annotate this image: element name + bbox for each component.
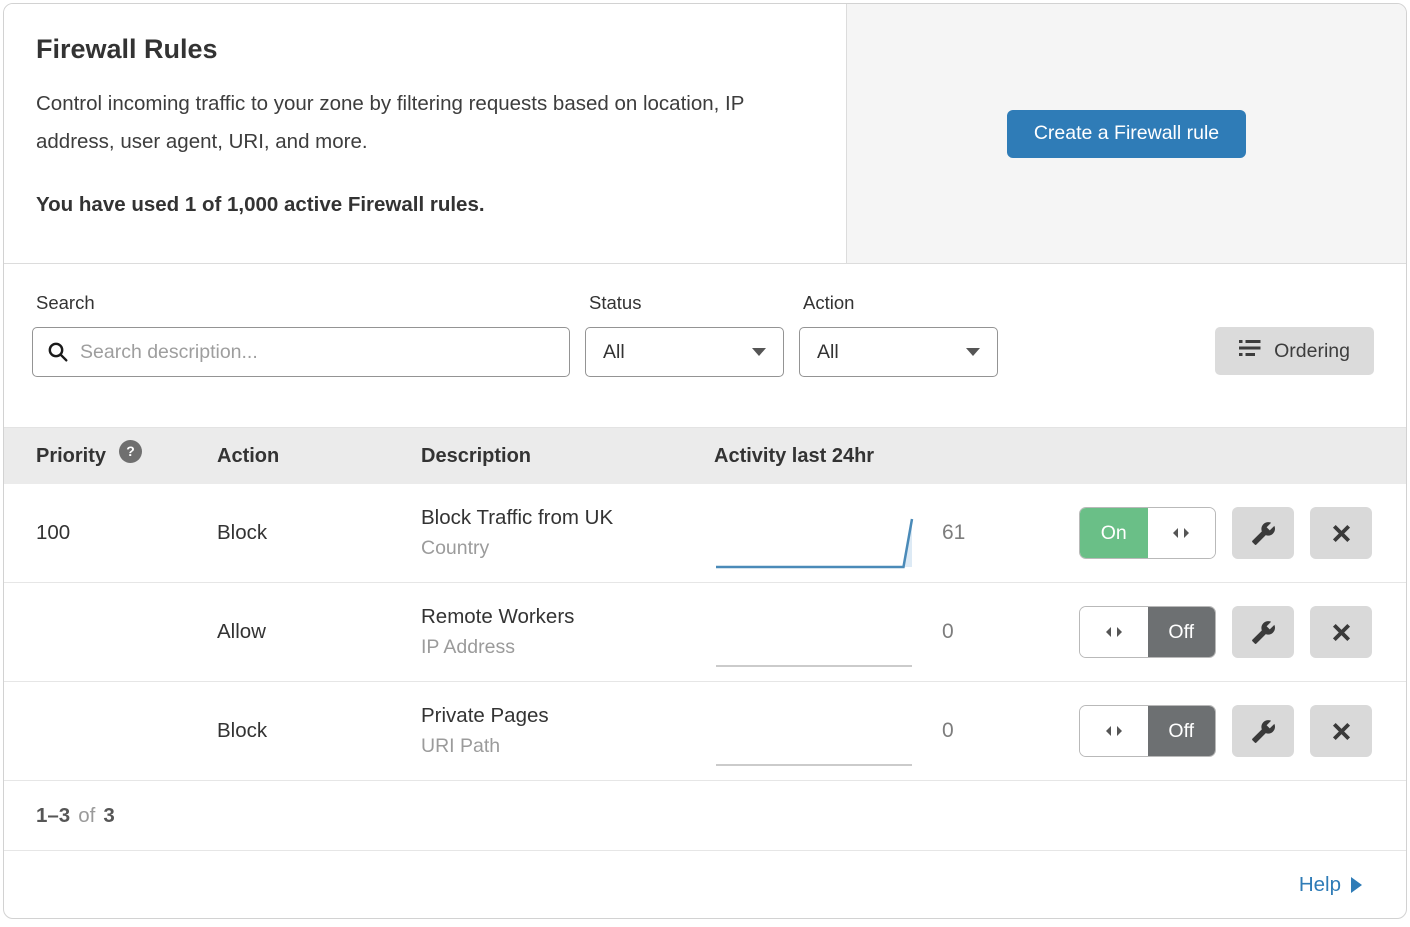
delete-rule-button[interactable] bbox=[1310, 507, 1372, 559]
column-description: Description bbox=[421, 445, 714, 468]
wrench-icon bbox=[1251, 719, 1276, 744]
rule-action: Block bbox=[217, 719, 421, 743]
edit-rule-button[interactable] bbox=[1232, 606, 1294, 658]
page-description: Control incoming traffic to your zone by… bbox=[36, 85, 796, 161]
edit-rule-button[interactable] bbox=[1232, 705, 1294, 757]
rule-enabled-toggle[interactable]: Off bbox=[1079, 705, 1216, 757]
toggle-handle-icon[interactable] bbox=[1148, 508, 1216, 558]
rule-name: Remote Workers bbox=[421, 605, 714, 629]
filters-bar: Search Status All Action All bbox=[4, 264, 1406, 427]
table-row: Block Private Pages URI Path 0 Off bbox=[4, 682, 1406, 781]
ordering-button-label: Ordering bbox=[1274, 340, 1350, 363]
toggle-handle-icon[interactable] bbox=[1080, 706, 1148, 756]
masthead: Firewall Rules Control incoming traffic … bbox=[4, 4, 1406, 264]
column-activity: Activity last 24hr bbox=[714, 445, 1406, 468]
rule-activity-cell: 0 Off bbox=[714, 682, 1406, 780]
search-label: Search bbox=[36, 292, 570, 314]
masthead-action-area: Create a Firewall rule bbox=[847, 4, 1406, 263]
rule-type: IP Address bbox=[421, 636, 714, 659]
close-icon bbox=[1330, 522, 1353, 545]
rule-controls: Off bbox=[1079, 606, 1372, 658]
chevron-down-icon bbox=[966, 348, 980, 356]
rule-type: URI Path bbox=[421, 735, 714, 758]
search-field: Search bbox=[32, 292, 570, 377]
priority-help-icon[interactable]: ? bbox=[119, 440, 142, 463]
status-select[interactable]: All bbox=[585, 327, 784, 377]
pagination-of: of bbox=[78, 804, 95, 828]
status-selected-value: All bbox=[603, 341, 625, 364]
table-row: 100 Block Block Traffic from UK Country … bbox=[4, 484, 1406, 583]
toggle-state-label[interactable]: Off bbox=[1148, 607, 1216, 657]
toggle-handle-icon[interactable] bbox=[1080, 607, 1148, 657]
column-action: Action bbox=[217, 445, 421, 468]
action-selected-value: All bbox=[817, 341, 839, 364]
pagination-total: 3 bbox=[103, 804, 114, 828]
toggle-state-label[interactable]: Off bbox=[1148, 706, 1216, 756]
rule-action: Block bbox=[217, 521, 421, 545]
rule-activity-cell: 0 Off bbox=[714, 583, 1406, 681]
status-field: Status All bbox=[585, 292, 784, 377]
table-row: Allow Remote Workers IP Address 0 Off bbox=[4, 583, 1406, 682]
status-label: Status bbox=[589, 292, 784, 314]
rule-type: Country bbox=[421, 537, 714, 560]
wrench-icon bbox=[1251, 521, 1276, 546]
rule-description: Private Pages URI Path bbox=[421, 704, 714, 758]
edit-rule-button[interactable] bbox=[1232, 507, 1294, 559]
rule-controls: On bbox=[1079, 507, 1372, 559]
table-header: Priority ? Action Description Activity l… bbox=[4, 427, 1406, 484]
pagination-range: 1–3 bbox=[36, 804, 70, 828]
rule-description: Block Traffic from UK Country bbox=[421, 506, 714, 560]
rule-activity-cell: 61 On bbox=[714, 484, 1406, 582]
delete-rule-button[interactable] bbox=[1310, 606, 1372, 658]
activity-sparkline bbox=[714, 610, 914, 670]
search-input[interactable] bbox=[32, 327, 570, 377]
usage-note: You have used 1 of 1,000 active Firewall… bbox=[36, 193, 796, 217]
activity-sparkline bbox=[714, 511, 914, 571]
close-icon bbox=[1330, 621, 1353, 644]
ordered-list-icon bbox=[1239, 339, 1261, 363]
toggle-state-label[interactable]: On bbox=[1080, 508, 1148, 558]
help-link[interactable]: Help bbox=[1299, 873, 1362, 897]
page-title: Firewall Rules bbox=[36, 34, 796, 65]
chevron-down-icon bbox=[752, 348, 766, 356]
ordering-button[interactable]: Ordering bbox=[1215, 327, 1374, 375]
column-priority: Priority bbox=[36, 445, 106, 468]
rule-enabled-toggle[interactable]: On bbox=[1079, 507, 1216, 559]
activity-count: 0 bbox=[942, 719, 1004, 743]
rule-name: Block Traffic from UK bbox=[421, 506, 714, 530]
masthead-text: Firewall Rules Control incoming traffic … bbox=[4, 4, 847, 263]
rule-priority: 100 bbox=[36, 521, 217, 545]
rule-controls: Off bbox=[1079, 705, 1372, 757]
firewall-rules-panel: Firewall Rules Control incoming traffic … bbox=[3, 3, 1407, 919]
activity-count: 0 bbox=[942, 620, 1004, 644]
rule-description: Remote Workers IP Address bbox=[421, 605, 714, 659]
action-label: Action bbox=[803, 292, 998, 314]
action-select[interactable]: All bbox=[799, 327, 998, 377]
activity-count: 61 bbox=[942, 521, 1004, 545]
arrow-right-icon bbox=[1351, 877, 1362, 893]
pagination: 1–3 of 3 bbox=[4, 781, 1406, 851]
rule-name: Private Pages bbox=[421, 704, 714, 728]
rule-action: Allow bbox=[217, 620, 421, 644]
close-icon bbox=[1330, 720, 1353, 743]
help-link-label: Help bbox=[1299, 873, 1341, 897]
action-field: Action All bbox=[799, 292, 998, 377]
wrench-icon bbox=[1251, 620, 1276, 645]
create-firewall-rule-button[interactable]: Create a Firewall rule bbox=[1007, 110, 1246, 158]
delete-rule-button[interactable] bbox=[1310, 705, 1372, 757]
rule-enabled-toggle[interactable]: Off bbox=[1079, 606, 1216, 658]
activity-sparkline bbox=[714, 709, 914, 769]
help-row: Help bbox=[4, 851, 1406, 918]
